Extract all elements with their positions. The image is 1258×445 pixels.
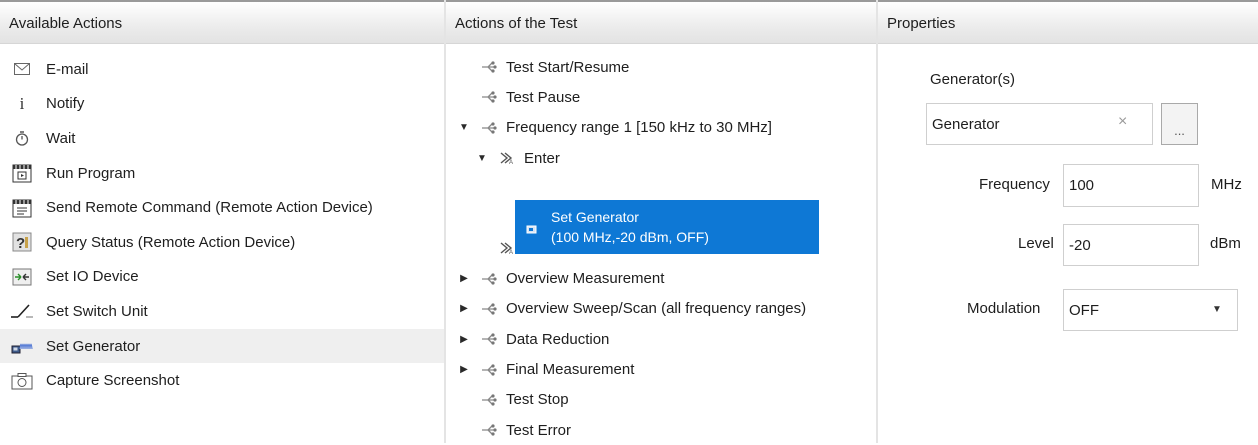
action-label: Set Generator [46,337,141,355]
action-label: Notify [46,95,85,113]
svg-text:A: A [509,160,513,165]
action-label: Run Program [46,164,136,182]
envelope-icon [11,58,33,80]
action-label: Set Switch Unit [46,302,148,320]
event-node-icon [480,270,498,288]
test-actions-header: Actions of the Test [446,0,876,44]
action-item-set-generator[interactable]: Set Generator [0,328,444,364]
tree-node-label: Overview Sweep/Scan (all frequency range… [506,300,807,318]
level-label: Level [1018,235,1054,252]
frequency-input[interactable]: 100 [1063,164,1199,207]
action-item-run-program[interactable]: Run Program [0,156,444,191]
modulation-label: Modulation [967,300,1041,317]
event-node-icon [480,361,498,379]
tree-node-test-error[interactable]: Test Error [446,415,876,445]
tree-node-test-stop[interactable]: Test Stop [446,385,876,415]
action-item-set-io-device[interactable]: Set IO Device [0,260,444,295]
event-node-icon [480,300,498,318]
action-label: Set IO Device [46,268,139,286]
event-node-icon [480,119,498,137]
tree-node-final-measurement[interactable]: ▶ Final Measurement [446,354,876,384]
action-item-capture-screenshot[interactable]: Capture Screenshot [0,363,444,398]
action-item-query-status[interactable]: ? Query Status (Remote Action Device) [0,225,444,260]
generator-value: Generator [932,115,1000,133]
leave-event-icon: A [498,239,516,257]
action-item-send-remote-command[interactable]: Send Remote Command (Remote Action Devic… [0,190,444,225]
tree-node-overview-sweep[interactable]: ▶ Overview Sweep/Scan (all frequency ran… [446,294,876,324]
switch-unit-icon [11,300,33,322]
action-item-wait[interactable]: Wait [0,121,444,156]
tree-node-enter[interactable]: ▼ A Enter [446,143,876,173]
level-input[interactable]: -20 [1063,224,1199,266]
tree-node-label: Enter [524,149,560,167]
properties-panel: Properties Generator(s) Generator × ... … [878,0,1258,443]
event-node-icon [480,330,498,348]
svg-text:?: ? [16,235,25,252]
collapsed-arrow-icon[interactable]: ▶ [458,334,470,345]
tree-node-test-pause[interactable]: Test Pause [446,82,876,112]
tree-node-label: Data Reduction [506,330,610,348]
tree-node-label: Test Stop [506,391,569,409]
tree-node-data-reduction[interactable]: ▶ Data Reduction [446,324,876,354]
available-actions-list: E-mail i Notify Wait Run Program Send Re… [0,52,444,398]
tree-node-frequency-range[interactable]: ▼ Frequency range 1 [150 kHz to 30 MHz] [446,113,876,143]
tree-node-test-start[interactable]: Test Start/Resume [446,52,876,82]
generator-icon [11,335,33,357]
tree-node-label: Final Measurement [506,361,635,379]
action-label: Capture Screenshot [46,372,180,390]
frequency-value: 100 [1069,177,1095,194]
remote-command-icon [11,197,33,219]
action-item-set-switch-unit[interactable]: Set Switch Unit [0,294,444,329]
enter-event-icon: A [498,149,516,167]
tree-node-label: Test Start/Resume [506,58,630,76]
selected-node-text: Set Generator (100 MHz,-20 dBm, OFF) [551,207,709,247]
modulation-value: OFF [1069,301,1099,319]
query-status-icon: ? [11,231,33,253]
clear-icon[interactable]: × [1118,113,1127,131]
collapsed-arrow-icon[interactable]: ▶ [458,303,470,314]
chevron-down-icon[interactable]: ▼ [1212,304,1222,315]
tree-node-label: Frequency range 1 [150 kHz to 30 MHz] [506,119,772,137]
event-node-icon [480,88,498,106]
event-node-icon [480,58,498,76]
camera-icon [11,370,33,392]
action-item-email[interactable]: E-mail [0,52,444,87]
expanded-arrow-icon[interactable]: ▼ [458,122,470,133]
frequency-label: Frequency [979,176,1050,193]
generators-label: Generator(s) [930,71,1016,88]
collapsed-arrow-icon[interactable]: ▶ [458,364,470,375]
io-device-icon [11,266,33,288]
browse-generator-button[interactable]: ... [1161,103,1198,145]
info-icon: i [19,93,25,113]
properties-header: Properties [878,0,1258,44]
collapsed-arrow-icon[interactable]: ▶ [458,273,470,284]
selected-node-summary: (100 MHz,-20 dBm, OFF) [551,229,709,245]
event-node-icon [480,391,498,409]
tree-node-overview-measurement[interactable]: ▶ Overview Measurement [446,263,876,293]
stopwatch-icon [11,127,33,149]
action-label: Wait [46,129,76,147]
frequency-unit: MHz [1211,176,1242,193]
event-node-icon [480,421,498,439]
generator-icon [525,218,543,236]
tree-node-label: Test Pause [506,88,581,106]
test-actions-panel: Actions of the Test Test Start/Resume Te… [446,0,876,443]
action-label: E-mail [46,60,89,78]
level-unit: dBm [1210,235,1241,252]
level-value: -20 [1069,236,1091,254]
available-actions-panel: Available Actions E-mail i Notify Wait R… [0,0,444,443]
available-actions-header: Available Actions [0,0,444,44]
svg-text:A: A [509,250,513,255]
tree-node-set-generator-selected[interactable]: Set Generator (100 MHz,-20 dBm, OFF) [515,200,819,254]
tree-node-label: Overview Measurement [506,270,665,288]
expanded-arrow-icon[interactable]: ▼ [476,153,488,164]
run-program-icon [11,162,33,184]
tree-node-label: Test Error [506,421,572,439]
action-label: Query Status (Remote Action Device) [46,233,296,251]
action-item-notify[interactable]: i Notify [0,87,444,122]
action-label: Send Remote Command (Remote Action Devic… [46,199,373,217]
selected-node-title: Set Generator [551,209,639,225]
